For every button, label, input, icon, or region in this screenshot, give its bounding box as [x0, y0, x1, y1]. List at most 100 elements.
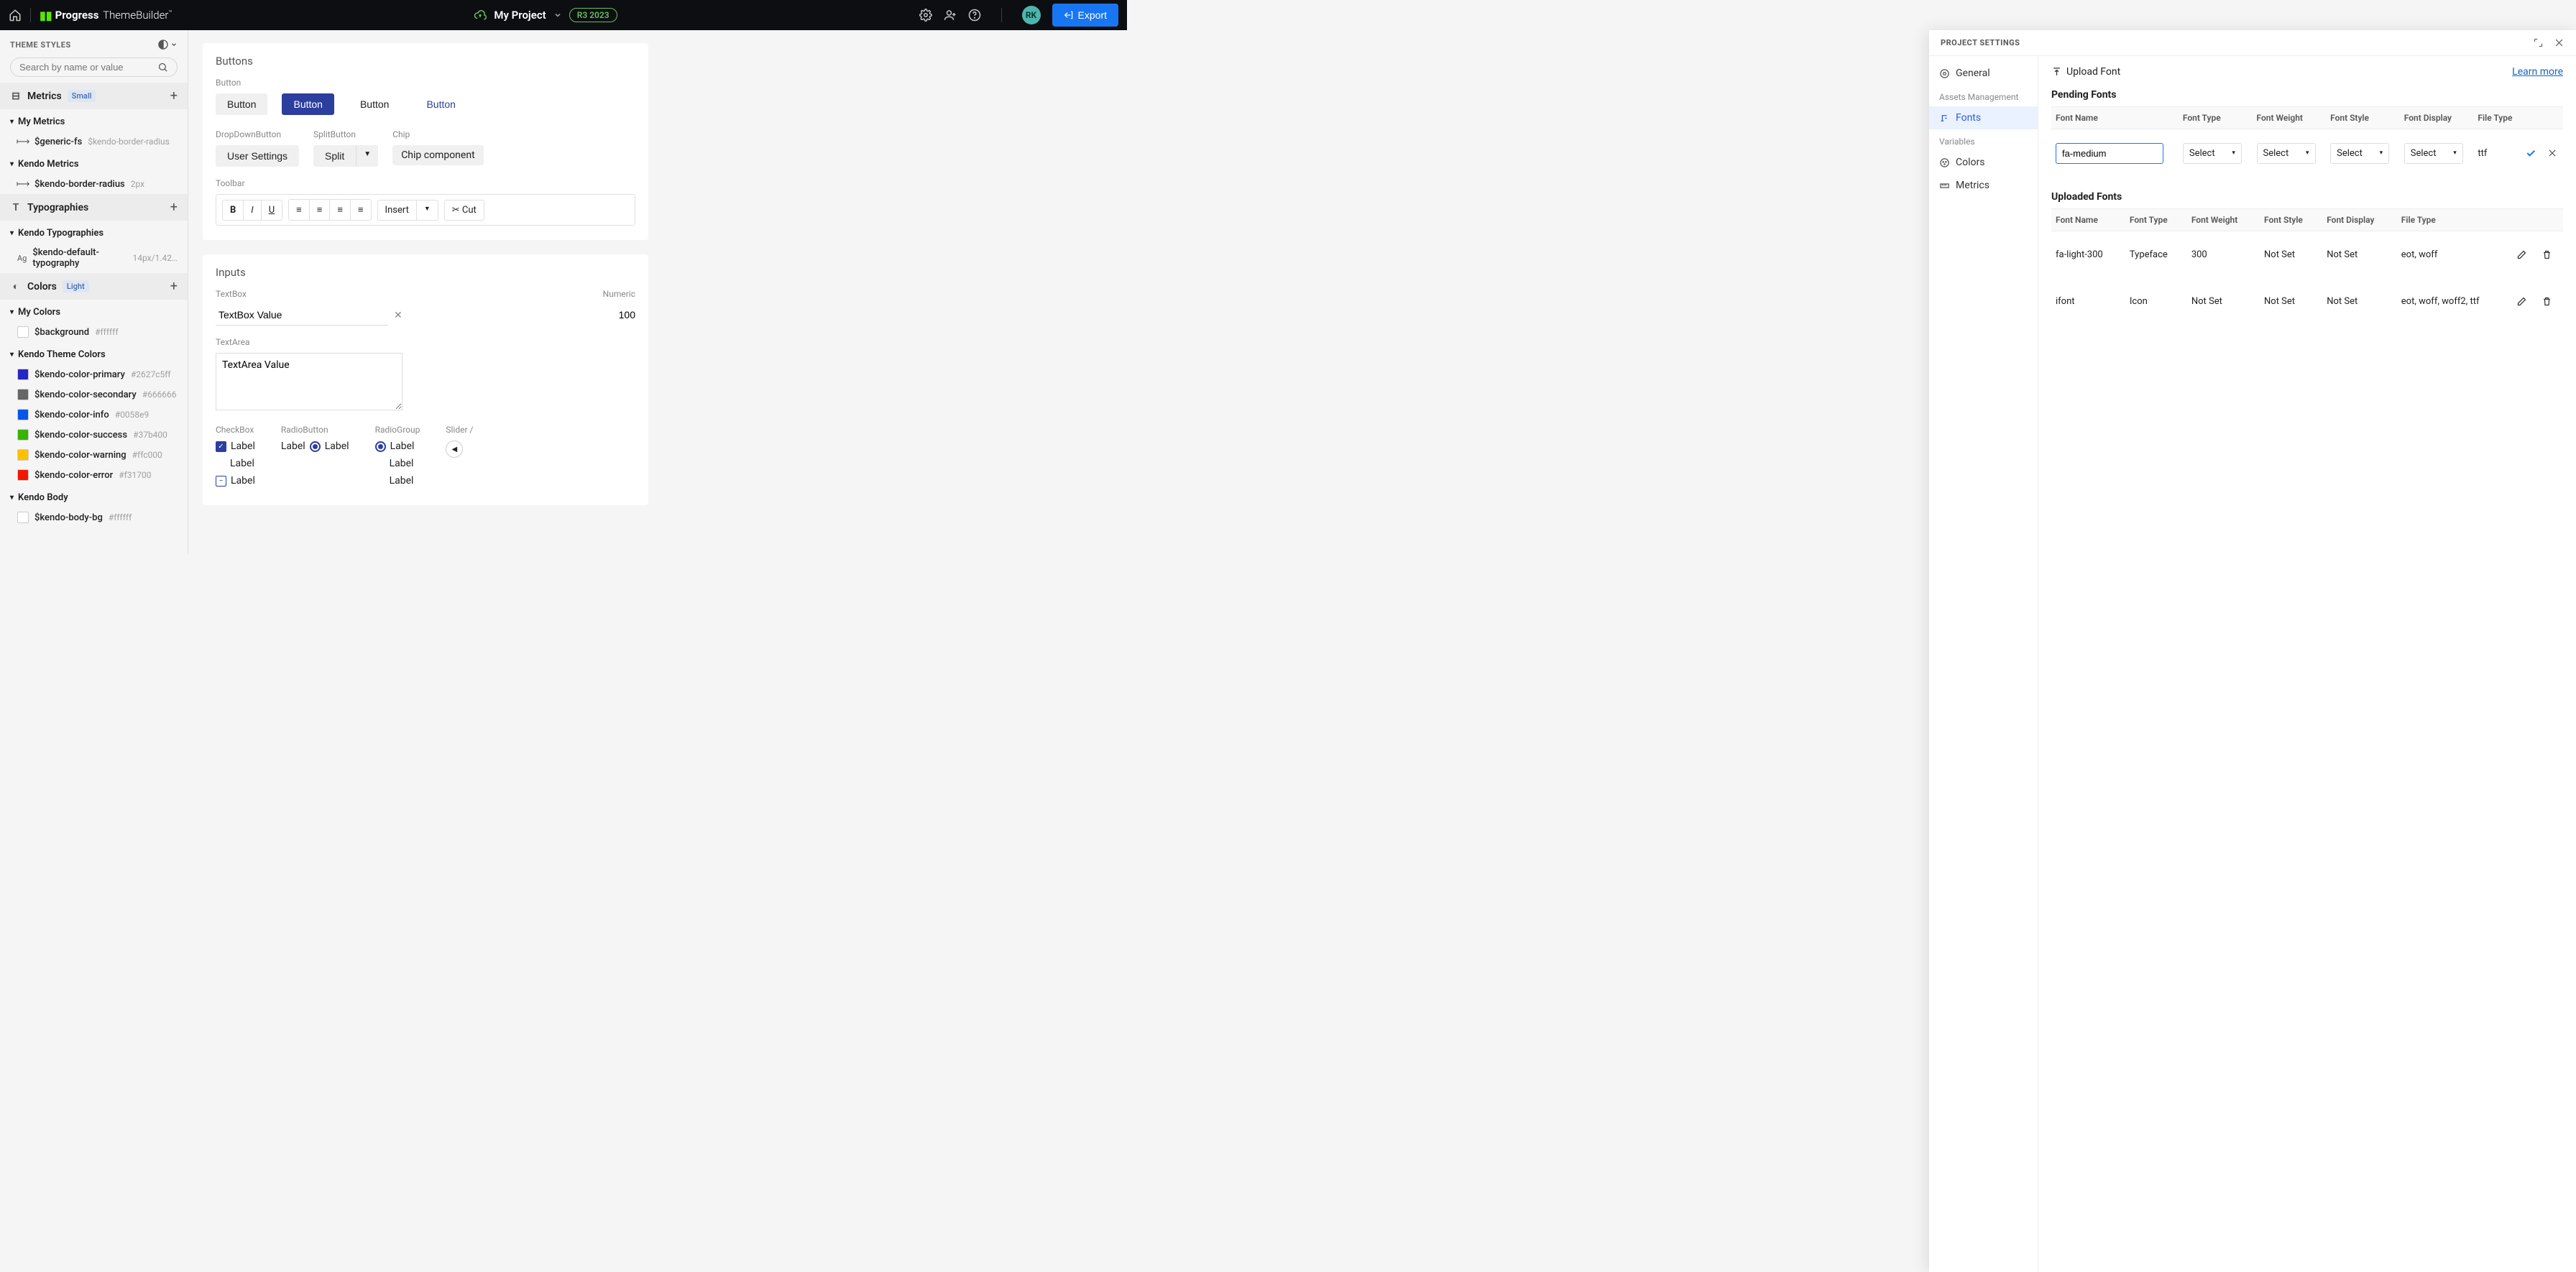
textbox-input[interactable] [216, 305, 388, 326]
search-field[interactable] [19, 62, 157, 73]
search-input[interactable] [10, 57, 178, 77]
typography-icon: T [10, 202, 22, 213]
radio-option[interactable]: Label [375, 475, 420, 487]
category-metrics[interactable]: ⊟MetricsSmall + [0, 83, 188, 109]
section-buttons: Buttons Button Button Button Button Butt… [203, 43, 648, 240]
insert-button[interactable]: Insert [378, 201, 417, 220]
font-type-select[interactable]: Select▾ [2183, 143, 2242, 164]
typography-item[interactable]: Ag $kendo-default-typography 14px/1.42… [0, 243, 188, 273]
project-name[interactable]: My Project [494, 9, 546, 22]
dropdown-button[interactable]: User Settings [216, 145, 299, 167]
confirm-icon[interactable] [2525, 137, 2539, 170]
cancel-icon[interactable] [2547, 137, 2559, 169]
help-icon[interactable] [968, 9, 981, 22]
group-my-metrics[interactable]: ▾My Metrics [0, 109, 188, 132]
button-solid[interactable]: Button [282, 93, 334, 115]
group-kendo-theme-colors[interactable]: ▾Kendo Theme Colors [0, 342, 188, 364]
align-left-icon[interactable]: ≡ [289, 200, 310, 220]
add-typography-icon[interactable]: + [170, 200, 178, 215]
clear-icon[interactable]: ✕ [394, 310, 402, 321]
toolbar: B I U ≡ ≡ ≡ ≡ Insert ▼ ✂ Cut [216, 194, 635, 226]
export-label: Export [1078, 9, 1107, 21]
home-icon[interactable] [9, 9, 22, 22]
upload-font-button[interactable]: Upload Font [2051, 66, 2120, 78]
nav-metrics[interactable]: Metrics [1929, 174, 2038, 197]
group-kendo-typographies[interactable]: ▾Kendo Typographies [0, 221, 188, 243]
chevron-down-icon[interactable]: ▼ [417, 201, 438, 220]
button-link[interactable]: Button [415, 93, 466, 115]
font-name-input[interactable] [2056, 143, 2163, 164]
color-item[interactable]: $kendo-color-error#f31700 [0, 465, 188, 485]
checkbox-unchecked[interactable]: Label [216, 458, 255, 469]
color-item[interactable]: $kendo-color-info#0058e9 [0, 405, 188, 425]
chevron-down-icon[interactable]: ▼ [356, 145, 378, 167]
nav-general[interactable]: General [1929, 62, 2038, 85]
delete-icon[interactable] [2542, 285, 2559, 318]
button-outline[interactable]: Button [349, 93, 400, 115]
pending-font-row: Select▾ Select▾ Select▾ Select▾ ttf [2051, 129, 2563, 178]
split-button[interactable]: Split ▼ [313, 145, 378, 167]
sidebar-title: THEME STYLES [10, 40, 71, 50]
font-style-select[interactable]: Select▾ [2330, 143, 2389, 164]
add-user-icon[interactable] [944, 9, 957, 22]
checkbox-indeterminate[interactable]: −Label [216, 475, 255, 487]
delete-icon[interactable] [2542, 239, 2559, 271]
edit-icon[interactable] [2516, 239, 2534, 271]
project-chevron-icon[interactable] [553, 11, 562, 19]
numeric-input[interactable] [592, 305, 635, 325]
expand-icon[interactable] [2533, 37, 2544, 48]
edit-icon[interactable] [2516, 285, 2534, 318]
color-item[interactable]: $kendo-color-primary#2627c5ff [0, 364, 188, 384]
category-colors[interactable]: ◐ColorsLight + [0, 273, 188, 300]
checkbox-checked[interactable]: ✓Label [216, 441, 255, 452]
search-icon [157, 62, 168, 73]
group-kendo-metrics[interactable]: ▾Kendo Metrics [0, 152, 188, 174]
nav-fonts[interactable]: Fonts [1929, 106, 2038, 129]
color-item[interactable]: $kendo-color-secondary#666666 [0, 384, 188, 405]
settings-icon[interactable] [919, 9, 932, 22]
color-swatch [17, 512, 29, 523]
slider-prev-icon[interactable]: ◀ [446, 441, 463, 458]
project-settings-panel: PROJECT SETTINGS General Assets Manageme… [1929, 30, 2576, 1272]
chip[interactable]: Chip component [392, 145, 483, 165]
section-title: Inputs [216, 266, 635, 279]
export-button[interactable]: Export [1052, 4, 1118, 27]
radio-option[interactable]: LabelLabel [281, 441, 349, 452]
radio-option[interactable]: Label [375, 458, 420, 469]
cut-button[interactable]: ✂ Cut [445, 201, 484, 220]
radio-option[interactable]: Label [375, 441, 420, 452]
button-flat[interactable]: Button [216, 93, 267, 115]
underline-button[interactable]: U [262, 201, 282, 220]
category-typographies[interactable]: TTypographies + [0, 194, 188, 221]
italic-button[interactable]: I [244, 201, 261, 220]
uploaded-fonts-title: Uploaded Fonts [2051, 191, 2563, 203]
metric-item[interactable]: ⟼ $generic-fs $kendo-border-radius [0, 132, 188, 152]
nav-colors[interactable]: Colors [1929, 151, 2038, 174]
bold-button[interactable]: B [223, 201, 244, 220]
color-item[interactable]: $kendo-color-warning#ffc000 [0, 445, 188, 465]
logo: ▮▮ Progress ThemeBuilder™ [40, 9, 172, 22]
group-my-colors[interactable]: ▾My Colors [0, 300, 188, 322]
learn-more-link[interactable]: Learn more [2512, 66, 2563, 78]
group-kendo-body[interactable]: ▾Kendo Body [0, 485, 188, 507]
contrast-toggle-icon[interactable] [157, 39, 178, 50]
close-icon[interactable] [2554, 37, 2564, 48]
progress-mark-icon: ▮▮ [40, 9, 52, 22]
topbar: ▮▮ Progress ThemeBuilder™ My Project R3 … [0, 0, 1127, 30]
align-justify-icon[interactable]: ≡ [351, 200, 371, 220]
metrics-label: Metrics [27, 91, 62, 102]
font-weight-select[interactable]: Select▾ [2257, 143, 2316, 164]
color-item[interactable]: $kendo-body-bg#ffffff [0, 507, 188, 527]
align-center-icon[interactable]: ≡ [310, 200, 331, 220]
metrics-tag: Small [68, 90, 96, 102]
add-color-icon[interactable]: + [170, 279, 178, 294]
color-item[interactable]: $background #ffffff [0, 322, 188, 342]
add-metric-icon[interactable]: + [170, 88, 178, 103]
textarea-input[interactable] [216, 353, 402, 410]
uploaded-font-row: fa-light-300 Typeface 300 Not Set Not Se… [2051, 231, 2563, 279]
metric-item[interactable]: ⟼ $kendo-border-radius 2px [0, 174, 188, 194]
font-display-select[interactable]: Select▾ [2404, 143, 2463, 164]
color-item[interactable]: $kendo-color-success#37b400 [0, 425, 188, 445]
avatar[interactable]: RK [1022, 6, 1041, 24]
align-right-icon[interactable]: ≡ [330, 200, 351, 220]
